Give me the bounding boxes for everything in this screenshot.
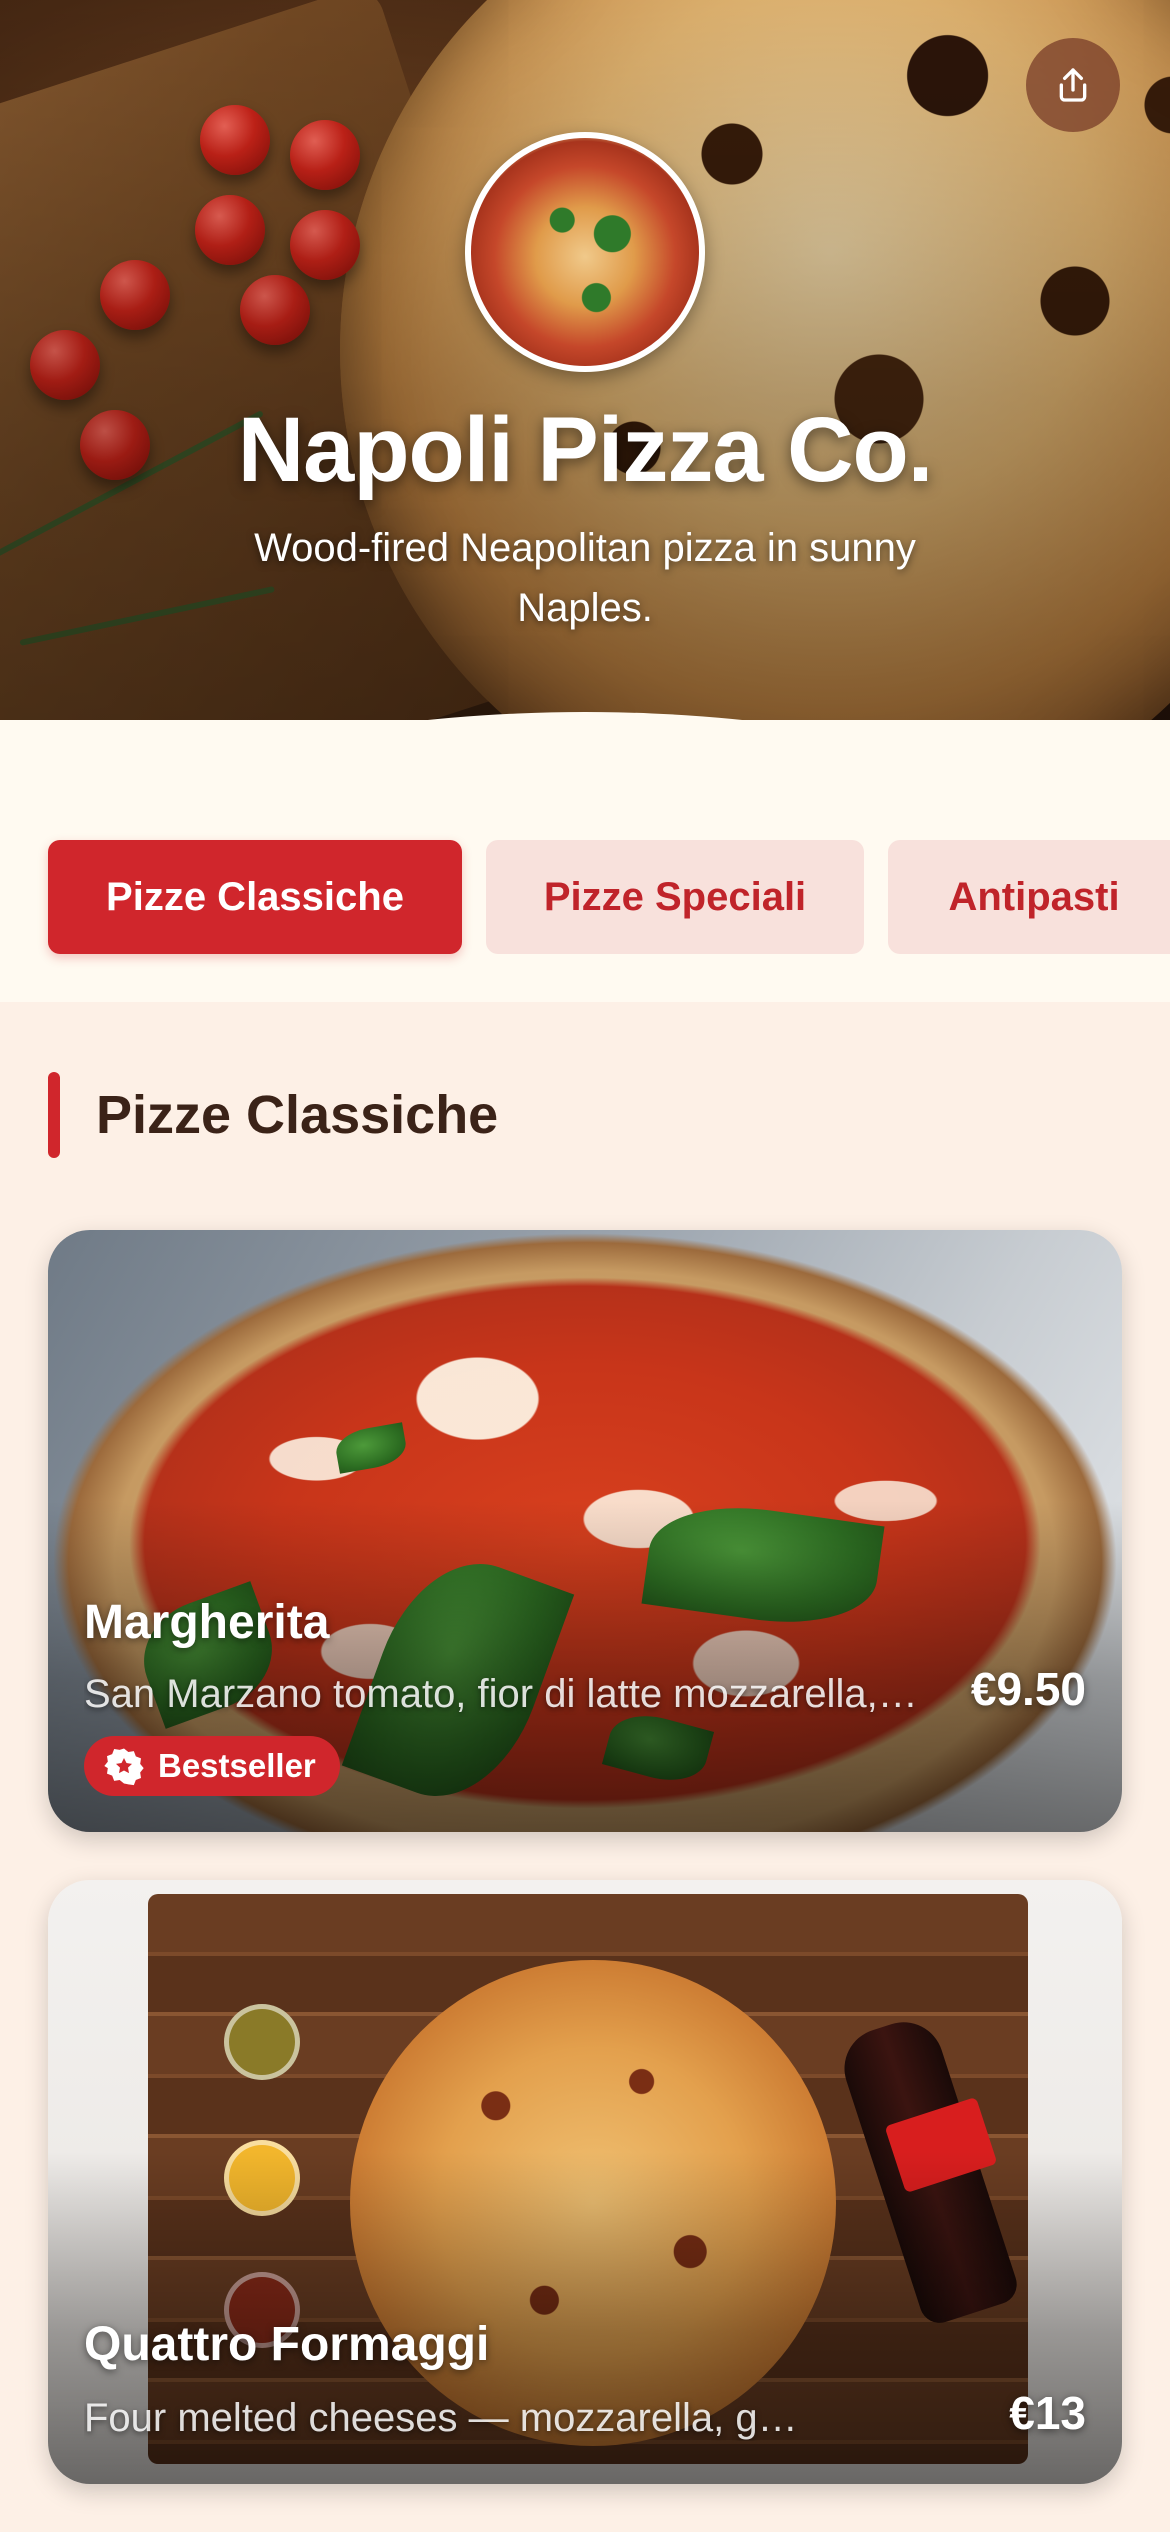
photo-scrim bbox=[48, 1880, 1122, 2484]
badge-label: Bestseller bbox=[158, 1747, 316, 1784]
tab-label: Pizze Speciali bbox=[543, 874, 807, 919]
restaurant-tagline: Wood-fired Neapolitan pizza in sunny Nap… bbox=[254, 526, 916, 630]
tab-pizze-speciali[interactable]: Pizze Speciali bbox=[486, 840, 864, 954]
bestseller-badge: Bestseller bbox=[84, 1736, 340, 1796]
section-header: Pizze Classiche bbox=[48, 1072, 498, 1158]
tab-antipasti[interactable]: Antipasti bbox=[888, 840, 1170, 954]
star-badge-icon bbox=[104, 1748, 144, 1786]
category-tabs: Pizze Classiche Pizze Speciali Antipasti bbox=[0, 720, 1170, 1002]
tab-label: Pizze Classiche bbox=[106, 874, 404, 919]
tab-label: Antipasti bbox=[948, 874, 1120, 919]
menu-item-name: Quattro Formaggi bbox=[84, 2318, 490, 2371]
section-accent-bar bbox=[48, 1072, 60, 1158]
share-button[interactable] bbox=[1026, 38, 1120, 132]
menu-item-description: Four melted cheeses — mozzarella, gorgon… bbox=[84, 2396, 804, 2440]
restaurant-name: Napoli Pizza Co. bbox=[237, 399, 934, 501]
tab-pizze-classiche[interactable]: Pizze Classiche bbox=[48, 840, 462, 954]
share-icon bbox=[1059, 68, 1087, 102]
menu-item-card[interactable]: Margherita San Marzano tomato, fior di l… bbox=[48, 1230, 1122, 1832]
menu-item-price: €13 bbox=[1009, 2387, 1086, 2439]
menu-item-price: €9.50 bbox=[970, 1663, 1086, 1715]
restaurant-logo bbox=[465, 132, 705, 372]
menu-item-card[interactable]: Quattro Formaggi Four melted cheeses — m… bbox=[48, 1880, 1122, 2484]
menu-item-name: Margherita bbox=[84, 1596, 330, 1649]
menu-item-description: San Marzano tomato, fior di latte mozzar… bbox=[84, 1672, 922, 1716]
section-title: Pizze Classiche bbox=[96, 1085, 499, 1145]
